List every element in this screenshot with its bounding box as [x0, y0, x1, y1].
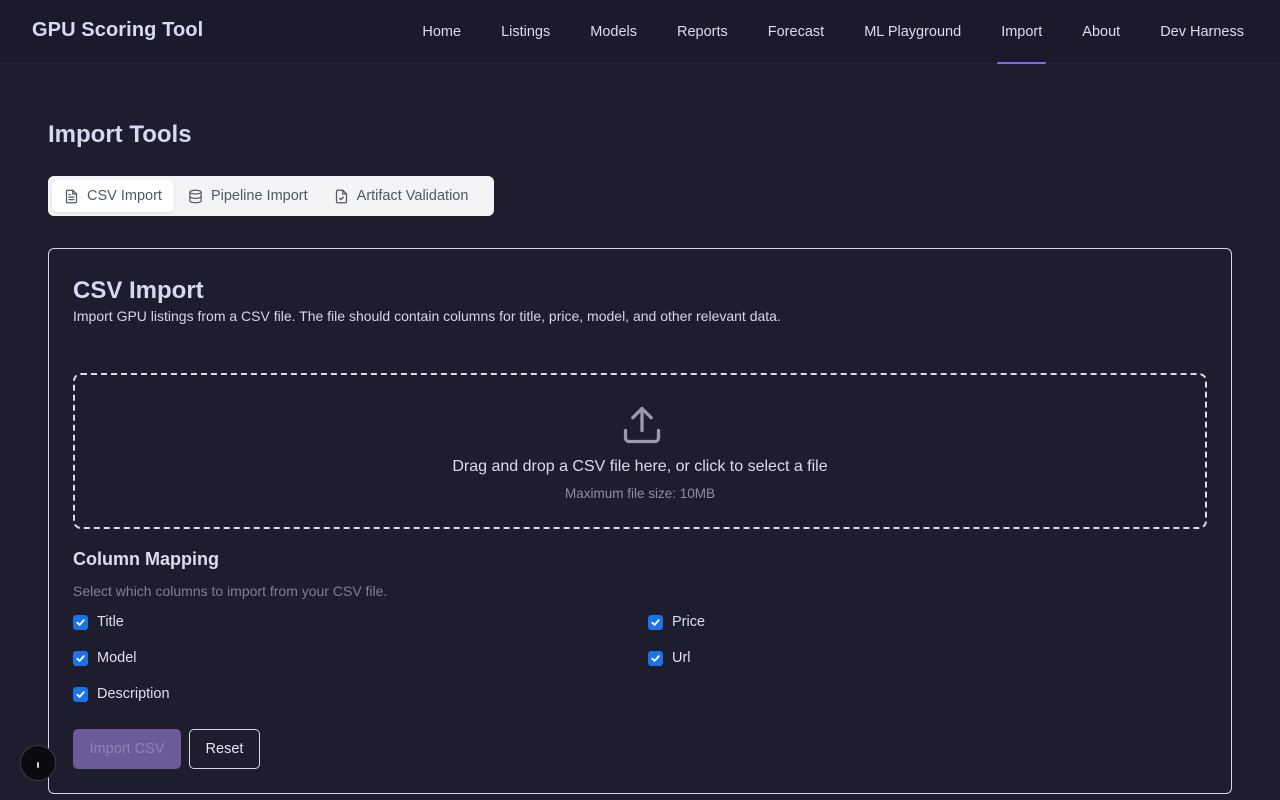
file-check-icon	[335, 189, 347, 203]
dev-tools-icon	[37, 762, 39, 768]
csv-import-card: CSV Import Import GPU listings from a CS…	[48, 248, 1232, 794]
nav-reports[interactable]: Reports	[657, 0, 748, 64]
checkbox-checked-icon[interactable]	[73, 686, 88, 702]
dev-tools-button[interactable]	[20, 745, 56, 781]
nav-import[interactable]: Import	[981, 0, 1062, 64]
checkbox-title[interactable]: Title	[73, 614, 124, 630]
page-title: Import Tools	[48, 121, 192, 148]
checkbox-checked-icon[interactable]	[648, 614, 663, 630]
checkbox-label: Url	[672, 650, 691, 666]
card-description: Import GPU listings from a CSV file. The…	[73, 308, 781, 324]
dropzone-text: Drag and drop a CSV file here, or click …	[452, 458, 828, 475]
checkbox-description[interactable]: Description	[73, 686, 170, 702]
checkbox-checked-icon[interactable]	[73, 614, 88, 630]
file-dropzone[interactable]: Drag and drop a CSV file here, or click …	[73, 373, 1207, 529]
top-navbar: GPU Scoring Tool Home Listings Models Re…	[0, 0, 1280, 64]
tab-label: Pipeline Import	[210, 188, 308, 204]
tab-pipeline-import[interactable]: Pipeline Import	[176, 180, 320, 212]
column-mapping-description: Select which columns to import from your…	[73, 583, 388, 599]
nav-ml-playground[interactable]: ML Playground	[844, 0, 981, 64]
checkbox-checked-icon[interactable]	[73, 650, 88, 666]
tab-label: CSV Import	[87, 188, 162, 204]
import-tabs: CSV Import Pipeline Import Artifact Vali…	[48, 176, 494, 216]
checkbox-label: Model	[97, 650, 137, 666]
checkbox-label: Price	[672, 614, 706, 630]
nav-forecast[interactable]: Forecast	[748, 0, 844, 64]
nav-about[interactable]: About	[1062, 0, 1140, 64]
checkbox-label: Title	[97, 614, 124, 630]
app-brand[interactable]: GPU Scoring Tool	[32, 19, 203, 42]
tab-artifact-validation[interactable]: Artifact Validation	[322, 180, 481, 212]
file-text-icon	[65, 189, 78, 203]
nav-home[interactable]: Home	[402, 0, 481, 64]
nav-listings[interactable]: Listings	[481, 0, 570, 64]
database-icon	[189, 189, 202, 203]
checkbox-label: Description	[97, 686, 170, 702]
dropzone-subtext: Maximum file size: 10MB	[564, 486, 716, 501]
checkbox-url[interactable]: Url	[648, 650, 691, 666]
column-mapping-title: Column Mapping	[73, 549, 219, 569]
nav-models[interactable]: Models	[570, 0, 657, 64]
checkbox-checked-icon[interactable]	[648, 650, 663, 666]
reset-button[interactable]: Reset	[189, 729, 260, 769]
import-csv-button[interactable]: Import CSV	[73, 729, 181, 769]
upload-icon	[623, 406, 661, 444]
main-nav: Home Listings Models Reports Forecast ML…	[402, 0, 1264, 64]
card-title: CSV Import	[73, 277, 204, 304]
tab-label: Artifact Validation	[356, 188, 469, 204]
tab-csv-import[interactable]: CSV Import	[52, 180, 174, 212]
checkbox-model[interactable]: Model	[73, 650, 137, 666]
nav-dev-harness[interactable]: Dev Harness	[1140, 0, 1264, 64]
checkbox-price[interactable]: Price	[648, 614, 705, 630]
